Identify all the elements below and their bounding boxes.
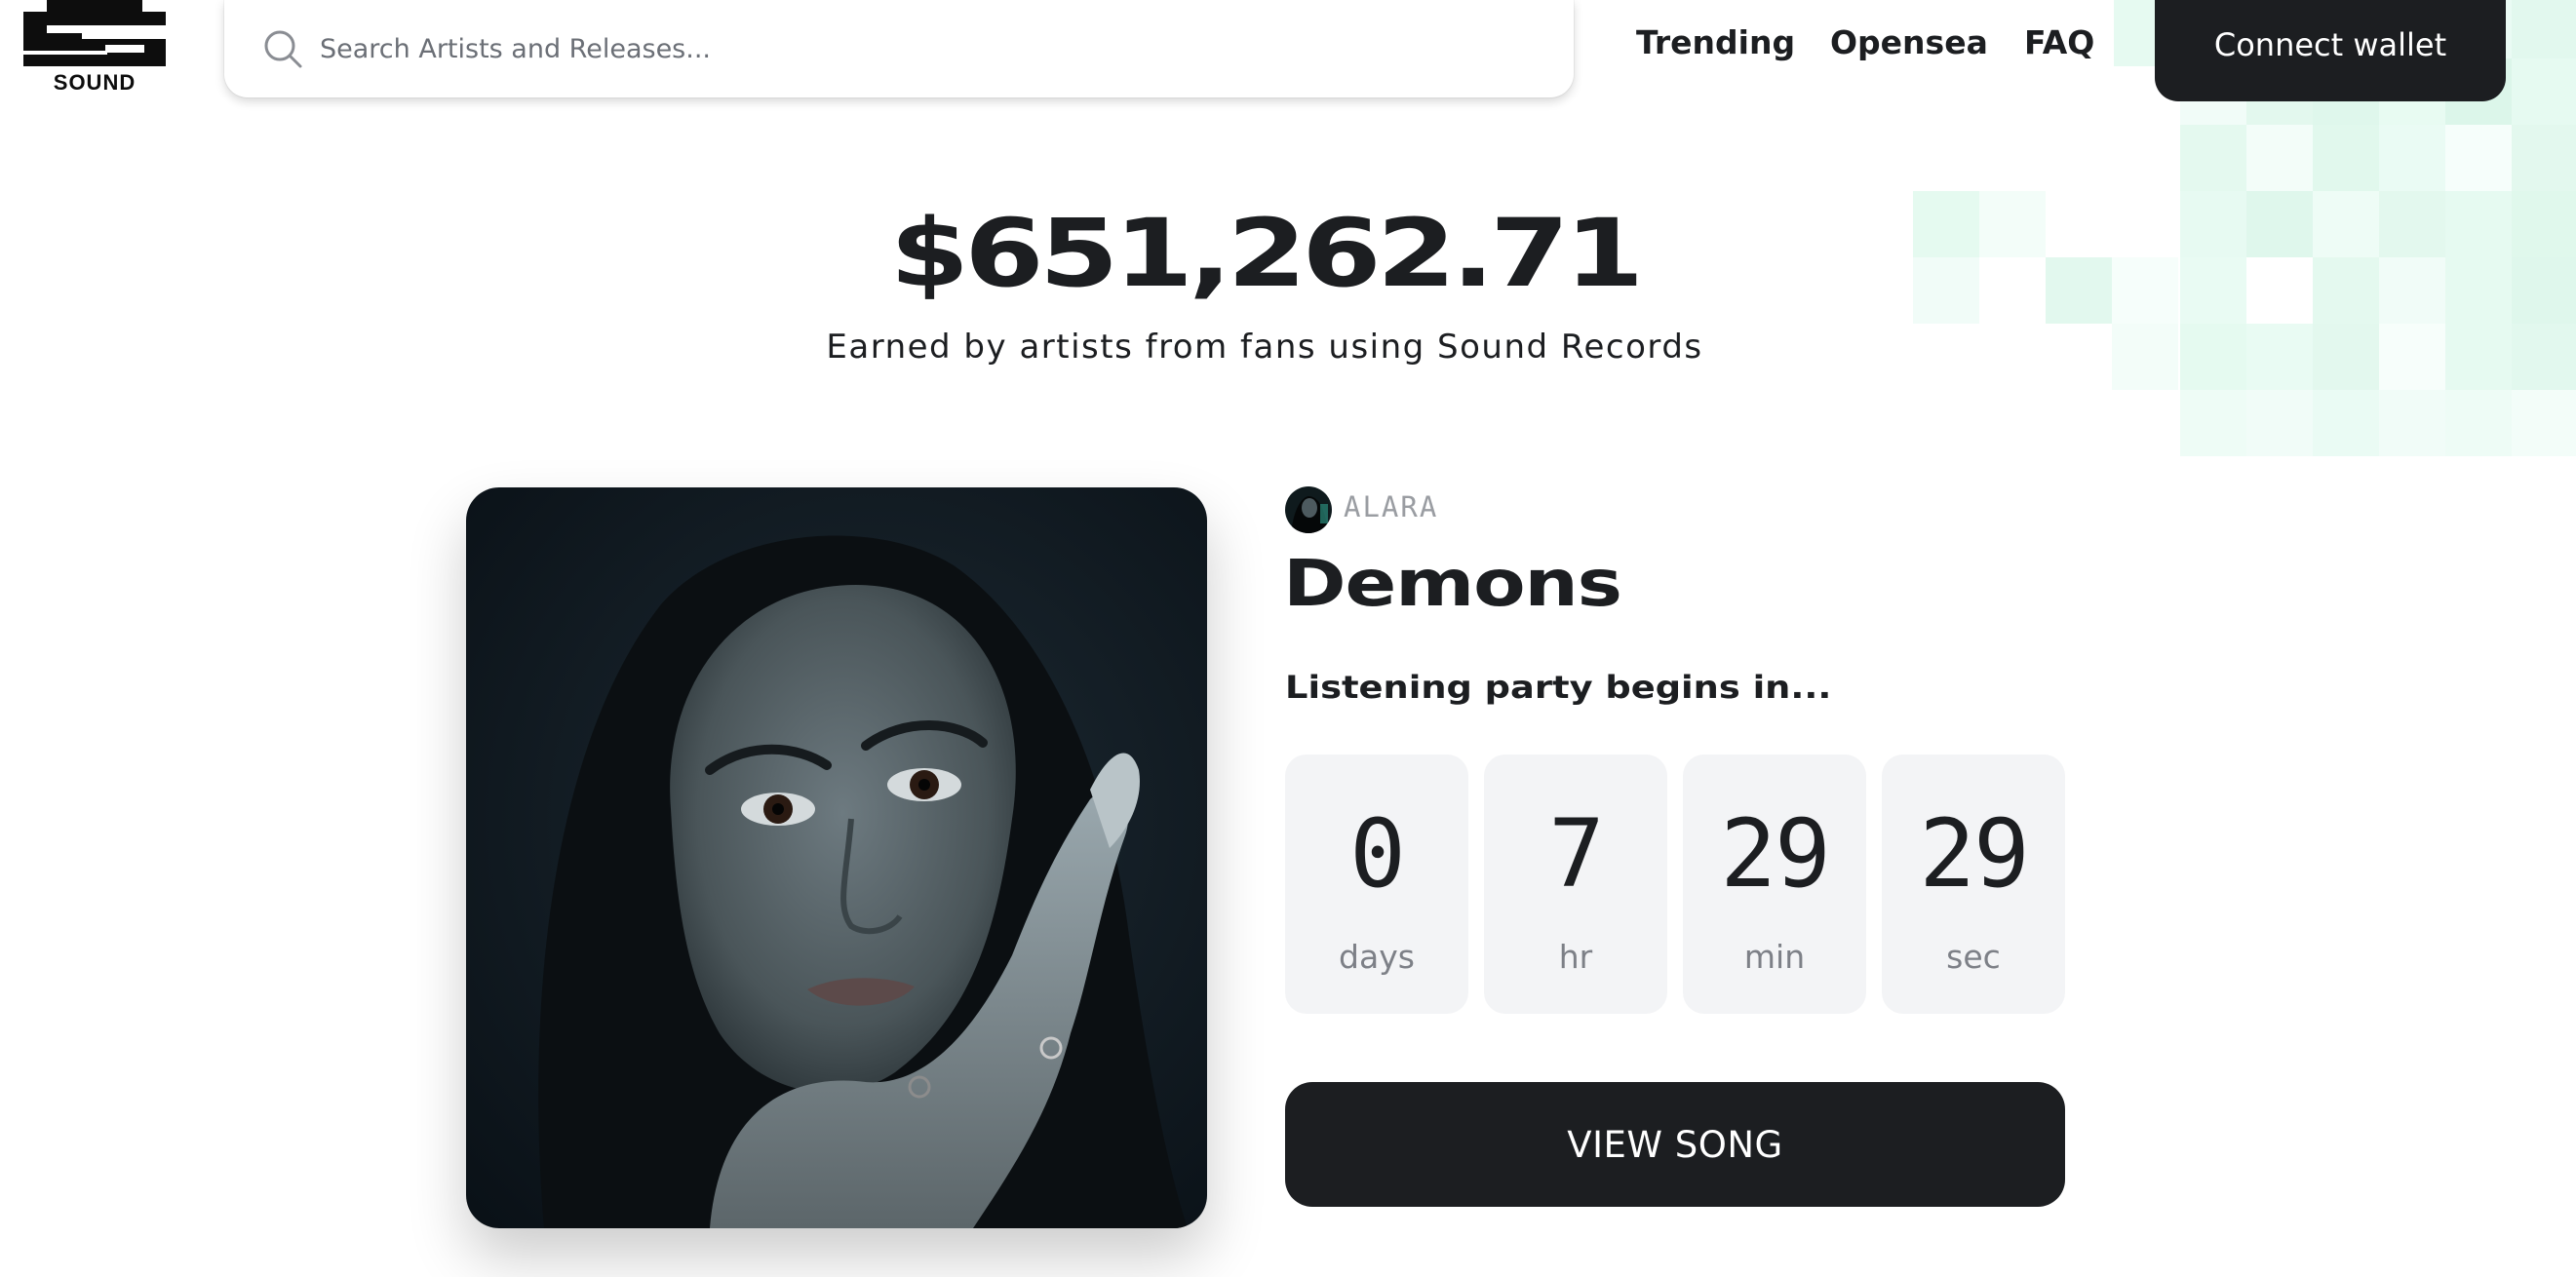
- countdown-label: Listening party begins in...: [1285, 669, 1832, 706]
- search-icon: [264, 30, 302, 68]
- mosaic-pixel: [2445, 125, 2512, 191]
- mosaic-pixel: [2512, 125, 2576, 191]
- view-song-button[interactable]: VIEW SONG: [1285, 1082, 2065, 1207]
- countdown-seconds-tile: 29 sec: [1882, 755, 2065, 1014]
- countdown-seconds-unit: sec: [1946, 938, 2001, 976]
- decorative-pixel-mosaic: [0, 0, 2576, 1277]
- brand-wordmark: SOUND: [53, 70, 137, 95]
- countdown-seconds-value: 29: [1919, 799, 2030, 909]
- mosaic-pixel: [2445, 390, 2512, 456]
- artist-name[interactable]: ALARA: [1344, 490, 1438, 523]
- countdown-hours-tile: 7 hr: [1484, 755, 1667, 1014]
- countdown-minutes-value: 29: [1720, 799, 1831, 909]
- countdown-hours-unit: hr: [1558, 938, 1593, 976]
- artist-avatar-image: [1285, 486, 1332, 533]
- page: SOUND Trending Opensea FAQ Connect walle…: [0, 0, 2576, 1277]
- mosaic-pixel: [2246, 390, 2313, 456]
- mosaic-pixel: [2512, 58, 2576, 125]
- nav-faq-link[interactable]: FAQ: [2024, 23, 2094, 61]
- artist-portrait-image: [466, 487, 1207, 1228]
- mosaic-pixel: [2313, 125, 2379, 191]
- mosaic-pixel: [2379, 125, 2445, 191]
- mosaic-pixel: [2512, 390, 2576, 456]
- mosaic-pixel: [2512, 0, 2576, 66]
- mosaic-pixel: [2246, 125, 2313, 191]
- nav-trending-link[interactable]: Trending: [1636, 23, 1795, 61]
- nav-opensea-link[interactable]: Opensea: [1830, 23, 1988, 61]
- mosaic-pixel: [2180, 125, 2246, 191]
- countdown-days-value: 0: [1349, 799, 1406, 909]
- countdown-minutes-tile: 29 min: [1683, 755, 1866, 1014]
- artist-avatar[interactable]: [1285, 486, 1332, 533]
- total-earned-amount: $651,262.71: [889, 199, 1645, 308]
- countdown-minutes-unit: min: [1743, 938, 1806, 976]
- total-earned-subtitle: Earned by artists from fans using Sound …: [826, 328, 1703, 367]
- countdown-days-tile: 0 days: [1285, 755, 1468, 1014]
- mosaic-pixel: [2180, 390, 2246, 456]
- song-title: Demons: [1283, 546, 1622, 621]
- countdown-hours-value: 7: [1548, 799, 1605, 909]
- search-bar[interactable]: [224, 0, 1574, 97]
- countdown-days-unit: days: [1339, 938, 1415, 976]
- search-input[interactable]: [318, 21, 1531, 76]
- connect-wallet-button[interactable]: Connect wallet: [2155, 0, 2506, 101]
- mosaic-pixel: [2379, 390, 2445, 456]
- mosaic-pixel: [2313, 390, 2379, 456]
- release-artwork[interactable]: [466, 487, 1207, 1228]
